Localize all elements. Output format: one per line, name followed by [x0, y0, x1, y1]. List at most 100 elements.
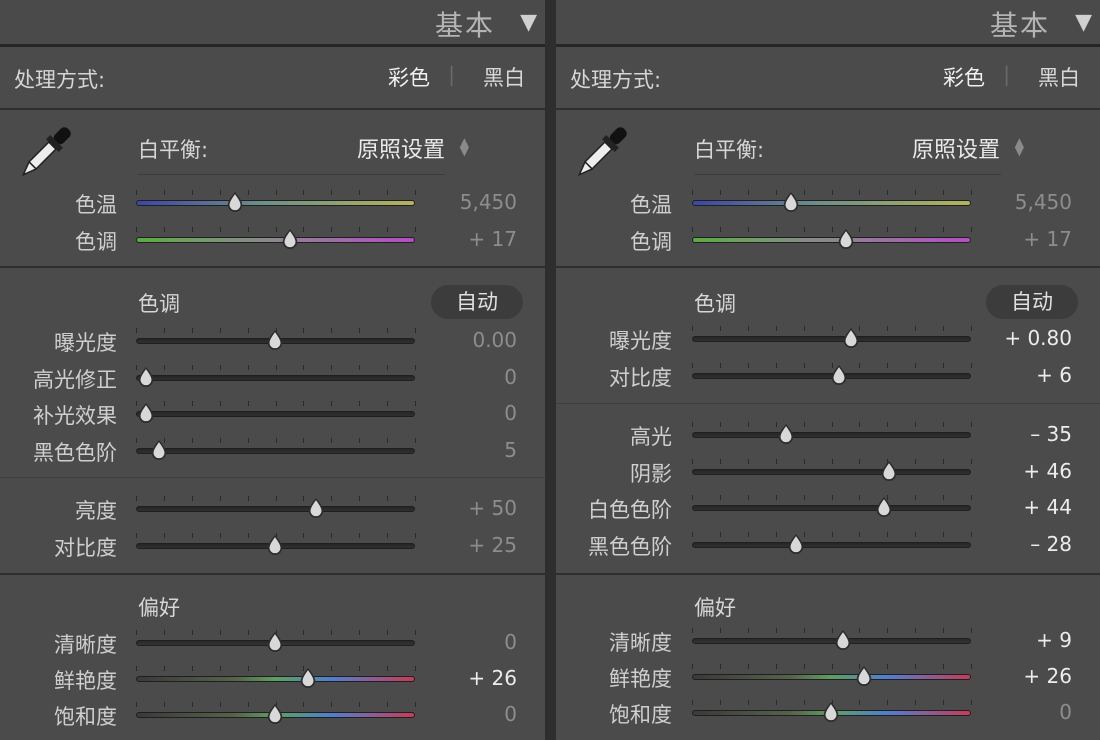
slider-track[interactable]	[692, 237, 971, 243]
slider-thumb[interactable]	[149, 439, 169, 461]
slider-thumb[interactable]	[265, 534, 285, 556]
panel-header[interactable]: 基本 ▼	[556, 0, 1100, 47]
slider-track[interactable]	[136, 676, 415, 682]
tick-mark	[331, 364, 332, 370]
slider-value[interactable]: + 17	[1023, 227, 1072, 251]
tick-mark	[415, 190, 416, 195]
slider-ticks	[692, 531, 972, 537]
slider-value[interactable]: – 28	[1030, 532, 1072, 556]
treatment-bw-option[interactable]: 黑白	[1038, 62, 1080, 92]
slider-label: 高光修正	[33, 367, 117, 392]
slider-thumb[interactable]	[280, 228, 300, 250]
white-balance-select[interactable]: 原照设置	[357, 132, 445, 164]
slider-value[interactable]: + 26	[468, 666, 517, 690]
slider-value[interactable]: + 9	[1036, 628, 1072, 652]
slider-value[interactable]: + 44	[1023, 495, 1072, 519]
slider-ticks	[136, 227, 416, 232]
slider-value[interactable]: 5,450	[1015, 190, 1072, 214]
slider-track[interactable]	[136, 237, 415, 243]
tick-mark	[303, 401, 304, 406]
eyedropper-icon[interactable]	[12, 118, 80, 186]
slider-thumb[interactable]	[879, 460, 899, 482]
slider-value[interactable]: 0	[1059, 700, 1072, 724]
slider-thumb[interactable]	[829, 364, 849, 386]
slider-track[interactable]	[692, 200, 971, 206]
slider-label: 色调	[630, 230, 672, 254]
slider-thumb[interactable]	[298, 667, 318, 689]
treatment-bw-option[interactable]: 黑白	[483, 62, 525, 92]
tick-mark	[220, 227, 221, 232]
tick-mark	[248, 496, 249, 501]
slider-track[interactable]	[692, 674, 971, 680]
slider-track[interactable]	[136, 374, 415, 381]
tick-mark	[136, 190, 137, 195]
slider-thumb[interactable]	[306, 497, 326, 519]
slider-value[interactable]: 0.00	[472, 328, 517, 352]
eyedropper-icon[interactable]	[568, 118, 636, 186]
slider-thumb[interactable]	[265, 329, 285, 351]
treatment-color-option[interactable]: 彩色	[388, 62, 430, 92]
slider-thumb[interactable]	[776, 423, 796, 445]
slider-track[interactable]	[692, 432, 971, 438]
slider-track[interactable]	[136, 411, 415, 417]
slider-value[interactable]: 0	[504, 702, 517, 726]
slider-thumb[interactable]	[265, 631, 285, 653]
auto-tone-button[interactable]: 自动	[431, 285, 523, 319]
slider-thumb[interactable]	[265, 703, 285, 725]
slider-track[interactable]	[692, 541, 971, 548]
tick-mark	[331, 666, 332, 671]
tick-mark	[303, 437, 304, 443]
tick-mark	[887, 326, 888, 331]
slider-value[interactable]: 0	[504, 401, 517, 425]
tick-mark	[971, 227, 972, 232]
tick-mark	[720, 700, 721, 705]
tick-mark	[943, 495, 944, 500]
slider-thumb[interactable]	[781, 191, 801, 213]
slider-thumb[interactable]	[136, 402, 156, 424]
section-divider	[0, 266, 545, 268]
tick-mark	[136, 437, 137, 443]
auto-tone-button[interactable]: 自动	[986, 285, 1078, 319]
slider-value[interactable]: + 6	[1036, 363, 1072, 387]
slider-thumb[interactable]	[854, 665, 874, 687]
slider-thumb[interactable]	[225, 191, 245, 213]
slider-track[interactable]	[136, 447, 415, 454]
slider-value[interactable]: 0	[504, 630, 517, 654]
slider-thumb[interactable]	[786, 533, 806, 555]
slider-value[interactable]: + 0.80	[1004, 326, 1072, 350]
slider-thumb[interactable]	[833, 629, 853, 651]
subsection-divider	[0, 477, 545, 478]
select-arrows-icon[interactable]: ▲ ▼	[1015, 136, 1024, 157]
slider-value[interactable]: + 26	[1023, 664, 1072, 688]
slider-track[interactable]	[136, 200, 415, 206]
treatment-color-option[interactable]: 彩色	[943, 62, 985, 92]
slider-thumb[interactable]	[836, 228, 856, 250]
slider-value[interactable]: + 50	[468, 496, 517, 520]
tick-mark	[303, 702, 304, 707]
slider-track[interactable]	[136, 506, 415, 512]
panel-header[interactable]: 基本 ▼	[0, 0, 545, 47]
slider-track[interactable]	[692, 505, 971, 511]
tick-mark	[720, 422, 721, 427]
slider-value[interactable]: – 35	[1030, 422, 1072, 446]
slider-track[interactable]	[692, 638, 971, 644]
slider-thumb[interactable]	[841, 327, 861, 349]
tick-mark	[804, 664, 805, 669]
select-arrows-icon[interactable]: ▲ ▼	[460, 136, 469, 157]
slider-value[interactable]: 5	[504, 438, 517, 462]
white-balance-select[interactable]: 原照设置	[912, 132, 1000, 164]
slider-value[interactable]: 0	[504, 365, 517, 389]
slider-value[interactable]: + 17	[468, 227, 517, 251]
tick-mark	[776, 362, 777, 368]
slider-track[interactable]	[692, 336, 971, 342]
triangle-down-icon[interactable]: ▼	[1075, 10, 1092, 35]
triangle-down-icon[interactable]: ▼	[520, 10, 537, 35]
slider-thumb[interactable]	[874, 496, 894, 518]
slider-track[interactable]	[692, 468, 971, 475]
panel-title: 基本	[434, 9, 495, 42]
slider-value[interactable]: + 46	[1023, 459, 1072, 483]
slider-value[interactable]: 5,450	[460, 190, 517, 214]
slider-thumb[interactable]	[821, 701, 841, 723]
slider-thumb[interactable]	[136, 366, 156, 388]
slider-value[interactable]: + 25	[468, 533, 517, 557]
